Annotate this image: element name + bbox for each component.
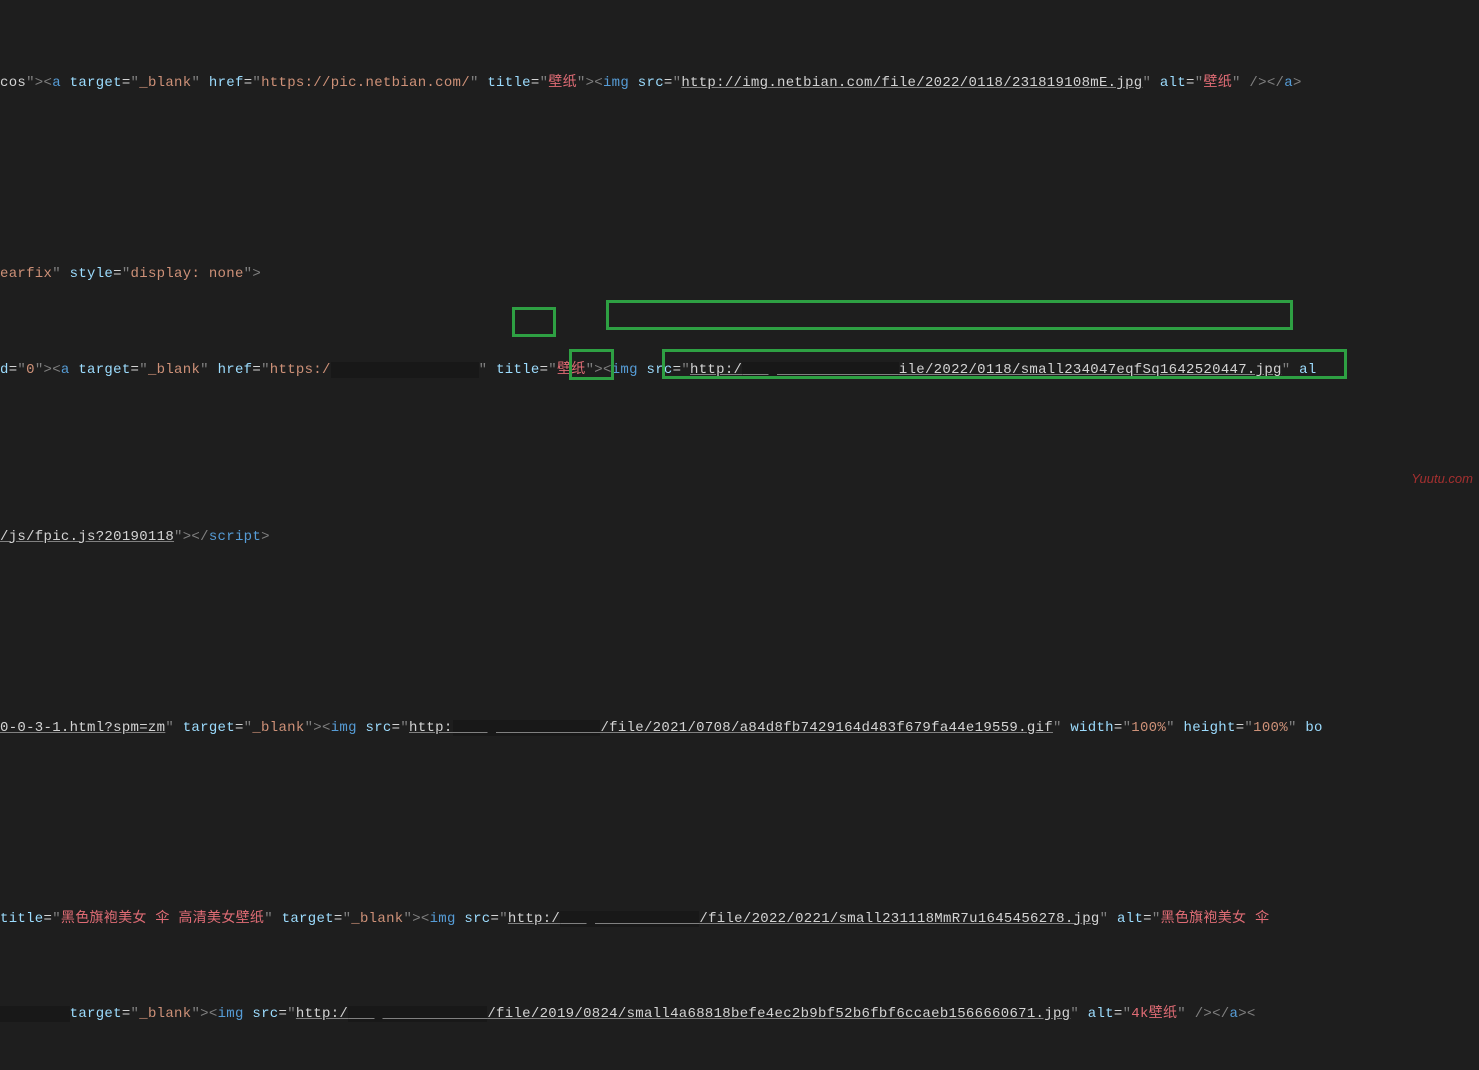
text: cos [0,75,26,91]
code-line: d="0"><a target="_blank" href="https://i… [0,358,1479,382]
url-link[interactable]: /js/fpic.js?20190118 [0,529,174,545]
redacted-text: nothing [0,1006,70,1022]
url-link[interactable]: http:/ [296,1006,348,1022]
url-link[interactable]: http: [409,720,453,736]
url-link[interactable]: /file/2021/0708/a84d8fb7429164d483f679fa… [600,720,1052,736]
code-line: nothing target="_blank"><img src="http:/… [0,1002,1479,1026]
url-link[interactable]: http:/ [508,911,560,927]
url-link[interactable]: http://img.netbian.com/file/2022/0118/23… [681,75,1142,91]
code-line: 0-0-3-1.html?spm=zm" target="_blank"><im… [0,716,1479,740]
redacted-text: /img.netbian.com [560,911,699,927]
code-editor[interactable]: cos"><a target="_blank" href="https://pi… [0,0,1479,1070]
url-link[interactable]: http:/ [690,362,742,378]
url-link[interactable]: /file/2022/0221/small231118MmR7u16454562… [699,911,1099,927]
code-line: earfix" style="display: none"> [0,262,1479,286]
code-line: /js/fpic.js?20190118"></script> [0,525,1479,549]
code-line: cos"><a target="_blank" href="https://pi… [0,71,1479,95]
redacted-text: //img.netbian.com [453,720,601,736]
redacted-text: /img.netbian.com/f [742,362,899,378]
url-link[interactable]: /file/2019/0824/small4a68818befe4ec2b9bf… [487,1006,1070,1022]
code-line: title="黑色旗袍美女 伞 高清美女壁纸" target="_blank">… [0,907,1479,931]
redacted-text: /img.netbian.com/ [331,362,479,378]
url-link[interactable]: ile/2022/0118/small234047eqfSq1642520447… [899,362,1282,378]
redacted-text: /img.netbian.com [348,1006,487,1022]
watermark: Yuutu.com [1411,468,1473,490]
